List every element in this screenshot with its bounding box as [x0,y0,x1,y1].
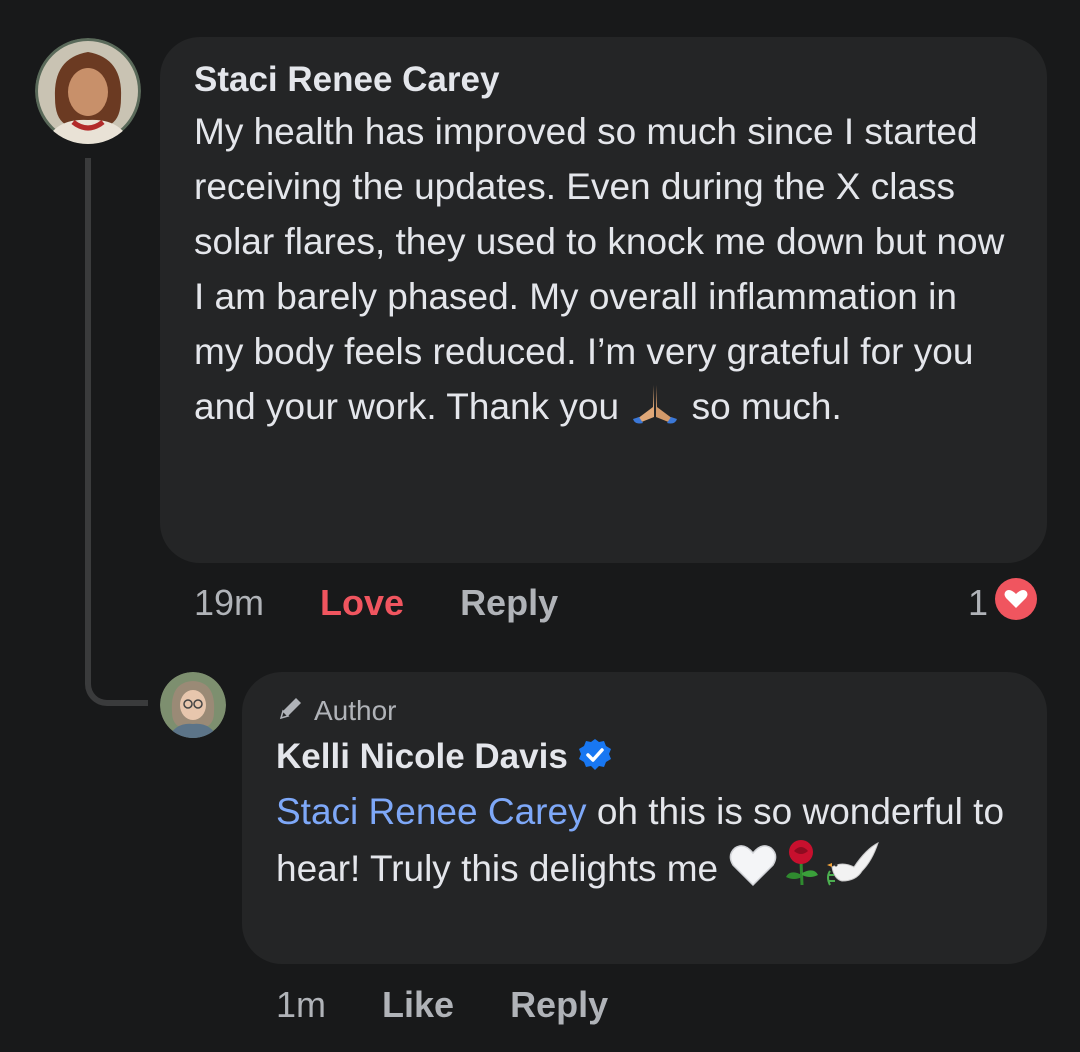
author-badge: Author [276,692,1013,730]
comment-text: My health has improved so much since I s… [194,104,1013,440]
reply-author-name[interactable]: Kelli Nicole Davis [276,736,568,778]
white-heart-emoji-icon [728,843,778,902]
mention-link[interactable]: Staci Renee Carey [276,791,587,832]
thread-connector-line [85,158,148,706]
reaction-count: 1 [968,582,989,623]
reply-to-reply-button[interactable]: Reply [510,984,608,1026]
pencil-icon [276,693,306,730]
dove-emoji-icon [826,841,880,902]
verified-badge-icon [578,738,612,777]
comment-text-part1: My health has improved so much since I s… [194,111,1005,427]
reply-button[interactable]: Reply [460,582,558,624]
avatar-kelli[interactable] [160,672,226,738]
comment-actions: 19m Love Reply [194,580,558,626]
comment-text-part2: so much. [681,386,842,427]
love-reaction-button[interactable]: Love [320,582,404,624]
avatar-staci[interactable] [35,38,141,144]
reaction-summary[interactable]: 1 [968,577,1038,626]
reply-actions: 1m Like Reply [276,982,608,1028]
rose-emoji-icon [778,839,826,902]
reply-bubble: Author Kelli Nicole Davis Staci Renee Ca… [242,672,1047,964]
comment-author-name[interactable]: Staci Renee Carey [194,59,1013,101]
author-badge-label: Author [314,695,397,726]
folded-hands-emoji-icon [629,381,681,440]
comment-bubble: Staci Renee Carey My health has improved… [160,37,1047,563]
heart-reaction-icon [994,577,1038,630]
like-button[interactable]: Like [382,984,454,1026]
reply-text: Staci Renee Carey oh this is so wonderfu… [276,784,1013,902]
comment-timestamp[interactable]: 19m [194,582,264,624]
reply-timestamp[interactable]: 1m [276,984,326,1026]
